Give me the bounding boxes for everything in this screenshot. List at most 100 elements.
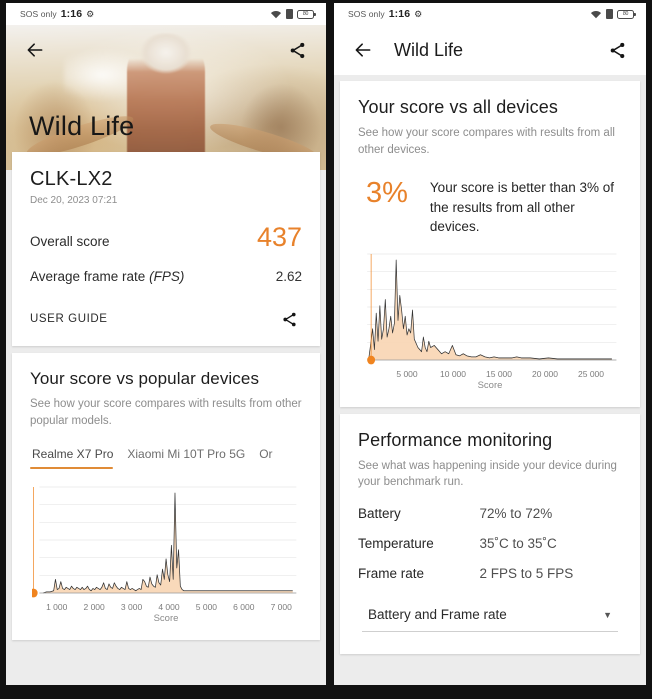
percentile-block: 3% Your score is better than 3% of the r…: [358, 178, 622, 235]
xtick: 5 000: [195, 602, 218, 613]
all-chart-box: [360, 250, 620, 368]
table-row: Battery 72% to 72%: [358, 506, 622, 521]
monitoring-graph-select[interactable]: Battery and Frame rate ▼: [362, 603, 618, 633]
perf-key: Temperature: [358, 536, 434, 552]
left-screen: SOS only 1:16 ⚙ 80 Wild Life CLK-LX2 Dec…: [6, 3, 326, 685]
popular-devices-card: Your score vs popular devices See how yo…: [12, 353, 320, 641]
result-card: CLK-LX2 Dec 20, 2023 07:21 Overall score…: [12, 152, 320, 346]
xtick: 1 000: [46, 602, 68, 613]
xtick: 5 000: [396, 368, 418, 379]
xtick: 7 000: [270, 602, 292, 613]
overall-score-row: Overall score 437: [30, 224, 302, 251]
gear-icon: ⚙: [86, 8, 95, 19]
popular-devices-subtitle: See how your score compares with results…: [30, 398, 302, 427]
hero-title: Wild Life: [29, 111, 135, 141]
page-title: Wild Life: [394, 39, 464, 60]
back-arrow-icon[interactable]: [22, 37, 48, 63]
app-bar: Wild Life: [334, 25, 646, 75]
performance-title: Performance monitoring: [358, 429, 553, 450]
table-row: Temperature 35˚C to 35˚C: [358, 536, 622, 551]
popular-devices-tabs: Realme X7 Pro Xiaomi Mi 10T Pro 5G Or: [30, 447, 302, 470]
status-right-group: 80: [270, 9, 316, 19]
carrier-label: SOS only: [20, 9, 57, 19]
xtick: 10 000: [440, 368, 466, 379]
popular-chart-xlabel: Score: [153, 613, 179, 625]
all-devices-subtitle: See how your score compares with results…: [358, 127, 615, 156]
perf-key: Battery: [358, 506, 401, 522]
tab-other[interactable]: Or: [259, 447, 286, 469]
frame-rate-label-text: Average frame rate: [30, 269, 146, 284]
all-devices-body: Your score vs all devices See how your s…: [340, 81, 640, 407]
all-chart-xlabel: Score: [477, 379, 503, 391]
all-devices-histogram-svg: [367, 253, 617, 365]
carrier-label: SOS only: [348, 9, 385, 19]
popular-chart-box: [32, 483, 300, 601]
all-devices-chart: 5 000 10 000 15 000 20 000 25 000 Score: [358, 250, 622, 393]
popular-devices-chart: 1 000 2 000 3 000 4 000 5 000 6 000 7 00…: [30, 483, 302, 626]
performance-subtitle: See what was happening inside your devic…: [358, 459, 617, 489]
popular-devices-body: Your score vs popular devices See how yo…: [12, 353, 320, 640]
xtick: 4 000: [158, 602, 180, 613]
perf-value: 2 FPS to 5 FPS: [479, 566, 574, 582]
tab-xiaomi-mi-10t-pro-5g[interactable]: Xiaomi Mi 10T Pro 5G: [127, 447, 259, 469]
xtick: 25 000: [578, 368, 604, 379]
hero-toolbar: [6, 25, 326, 75]
chevron-down-icon: ▼: [603, 609, 612, 620]
xtick: 2 000: [83, 602, 105, 613]
frame-rate-value: 2.62: [275, 269, 302, 284]
right-phone-panel: SOS only 1:16 ⚙ 80 Wild Life Your score …: [326, 0, 652, 699]
sim-icon: [606, 9, 613, 19]
hero-banner: Wild Life: [6, 25, 326, 170]
frame-rate-row: Average frame rate (FPS) 2.62: [30, 269, 302, 284]
right-screen: SOS only 1:16 ⚙ 80 Wild Life Your score …: [334, 3, 646, 685]
all-chart-xticks: 5 000 10 000 15 000 20 000 25 000: [360, 369, 620, 379]
monitoring-graph-select-value: Battery and Frame rate: [368, 607, 507, 623]
perf-value: 72% to 72%: [479, 506, 553, 522]
frame-rate-label: Average frame rate (FPS): [30, 269, 184, 284]
perf-key: Frame rate: [358, 566, 425, 582]
performance-body: Performance monitoring See what was happ…: [340, 414, 640, 654]
left-phone-panel: SOS only 1:16 ⚙ 80 Wild Life CLK-LX2 Dec…: [0, 0, 326, 699]
xtick: 6 000: [233, 602, 255, 613]
battery-level: 80: [622, 10, 629, 17]
xtick: 20 000: [532, 368, 558, 379]
popular-chart-xticks: 1 000 2 000 3 000 4 000 5 000 6 000 7 00…: [32, 602, 300, 612]
tab-realme-x7-pro[interactable]: Realme X7 Pro: [30, 447, 127, 470]
percentile-value: 3%: [366, 177, 408, 210]
gear-icon: ⚙: [414, 8, 423, 19]
share-icon[interactable]: [284, 37, 310, 63]
status-left-group: SOS only 1:16 ⚙: [20, 8, 94, 20]
popular-devices-title: Your score vs popular devices: [30, 369, 260, 388]
table-row: Frame rate 2 FPS to 5 FPS: [358, 566, 622, 581]
xtick: 15 000: [486, 368, 512, 379]
overall-score-label: Overall score: [30, 234, 110, 249]
perf-value: 35˚C to 35˚C: [479, 536, 557, 552]
wifi-icon: [271, 10, 281, 19]
popular-histogram-svg: [32, 486, 297, 598]
battery-level: 80: [302, 10, 309, 17]
status-bar-right: SOS only 1:16 ⚙ 80: [334, 3, 646, 25]
clock-label: 1:16: [388, 8, 411, 20]
device-name: CLK-LX2: [30, 168, 113, 190]
status-right-group: 80: [590, 9, 636, 19]
clock-label: 1:16: [60, 8, 83, 20]
share-icon[interactable]: [604, 37, 630, 63]
wifi-icon: [591, 10, 601, 19]
overall-score-value: 437: [256, 222, 302, 252]
status-left-group: SOS only 1:16 ⚙: [348, 8, 422, 20]
all-devices-title: Your score vs all devices: [358, 97, 558, 117]
user-guide-link[interactable]: USER GUIDE: [30, 313, 108, 325]
xtick: 3 000: [120, 602, 143, 613]
screenshot-stage: SOS only 1:16 ⚙ 80 Wild Life CLK-LX2 Dec…: [0, 0, 652, 699]
battery-icon: 80: [297, 9, 316, 19]
user-guide-row: USER GUIDE: [30, 306, 302, 332]
status-bar-left: SOS only 1:16 ⚙ 80: [6, 3, 326, 25]
share-icon[interactable]: [276, 306, 302, 332]
result-date: Dec 20, 2023 07:21: [30, 195, 118, 206]
performance-monitoring-card: Performance monitoring See what was happ…: [340, 413, 640, 655]
sim-icon: [286, 9, 293, 19]
performance-table: Battery 72% to 72% Temperature 35˚C to 3…: [358, 506, 622, 581]
frame-rate-unit: (FPS): [149, 269, 185, 284]
battery-icon: 80: [617, 9, 636, 19]
back-arrow-icon[interactable]: [350, 37, 376, 63]
